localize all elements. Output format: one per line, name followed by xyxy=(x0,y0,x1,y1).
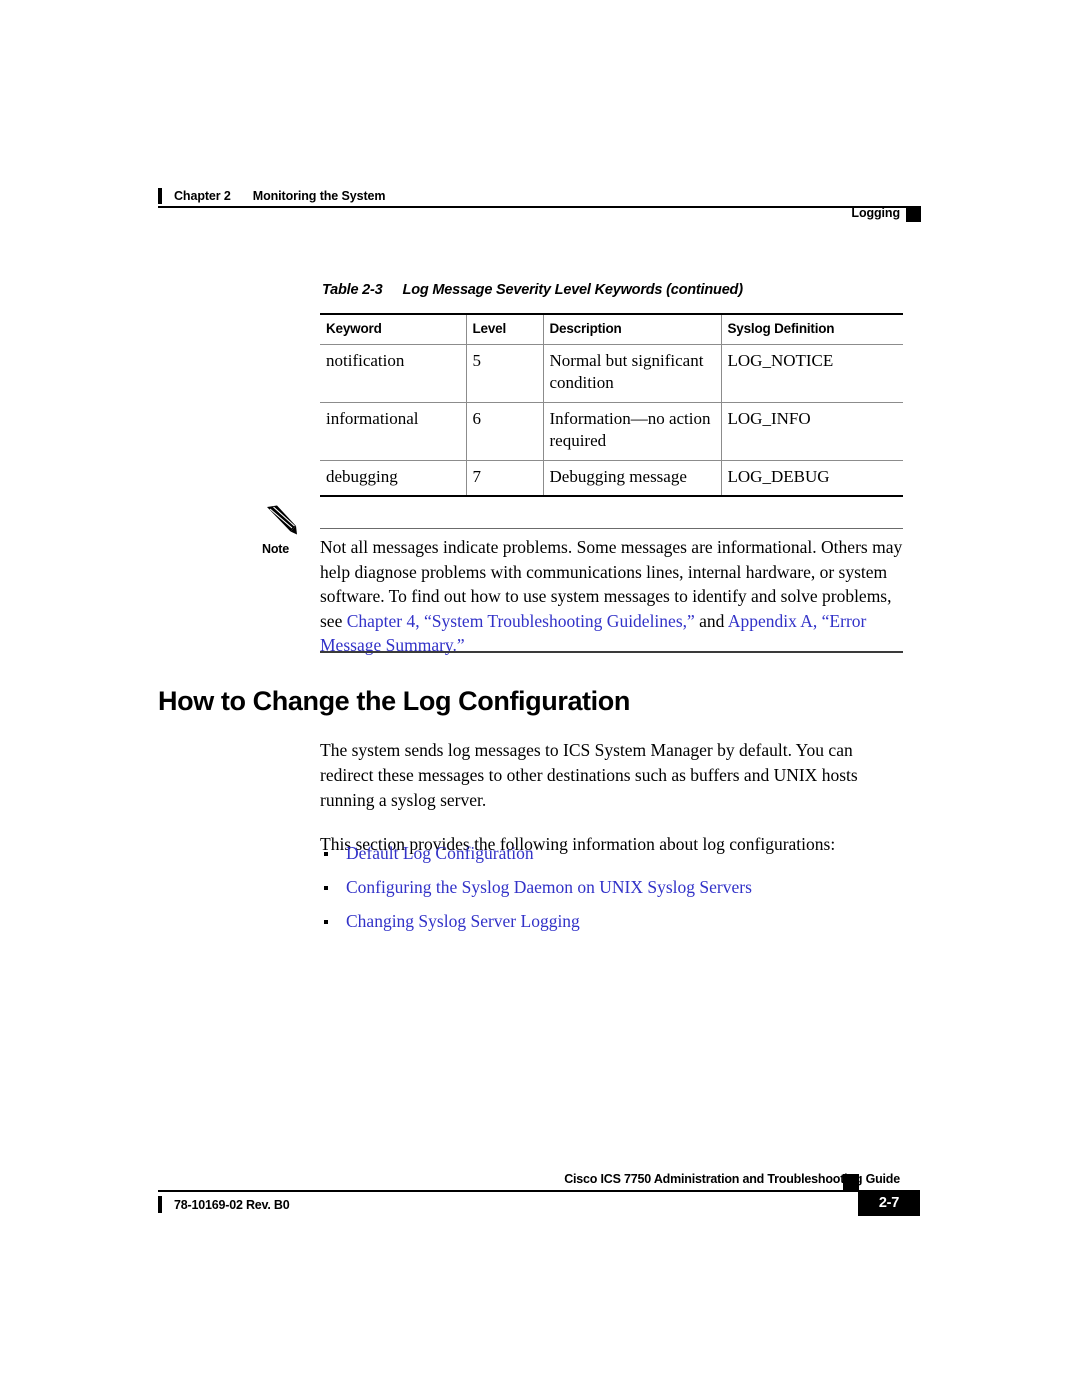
note-rule-bottom xyxy=(320,651,903,653)
header-rule xyxy=(158,206,920,208)
table-caption-number: Table 2-3 xyxy=(322,282,383,298)
cell-level: 7 xyxy=(466,460,544,498)
footer-document-id-line: 78-10169-02 Rev. B0 xyxy=(158,1196,290,1213)
header-square-marker xyxy=(906,206,921,222)
link-default-log-configuration[interactable]: Default Log Configuration xyxy=(346,843,534,864)
column-header-syslog-definition: Syslog Definition xyxy=(721,313,903,345)
table-row: debugging 7 Debugging message LOG_DEBUG xyxy=(320,460,903,498)
column-header-level: Level xyxy=(466,313,544,345)
link-configuring-syslog-daemon[interactable]: Configuring the Syslog Daemon on UNIX Sy… xyxy=(346,877,752,898)
pencil-icon xyxy=(265,505,301,535)
footer-rule xyxy=(158,1190,920,1192)
cell-keyword: informational xyxy=(320,402,467,461)
cell-description: Normal but significant condition xyxy=(543,344,722,403)
table-caption-title: Log Message Severity Level Keywords (con… xyxy=(402,282,744,298)
note-rule-top xyxy=(320,528,903,529)
header-tick-mark xyxy=(158,188,162,204)
list-item[interactable]: Configuring the Syslog Daemon on UNIX Sy… xyxy=(320,877,908,898)
note-text-between: and xyxy=(694,610,728,631)
bullet-icon xyxy=(320,843,346,864)
footer-page-number: 2-7 xyxy=(858,1190,920,1216)
list-item[interactable]: Changing Syslog Server Logging xyxy=(320,911,908,932)
link-changing-syslog-server-logging[interactable]: Changing Syslog Server Logging xyxy=(346,911,580,932)
table-row: notification 5 Normal but significant co… xyxy=(320,344,903,403)
cell-description: Debugging message xyxy=(543,460,722,498)
cell-keyword: notification xyxy=(320,344,467,403)
cell-keyword: debugging xyxy=(320,460,467,498)
section-link-list: Default Log Configuration Configuring th… xyxy=(320,843,908,945)
cell-syslog-definition: LOG_NOTICE xyxy=(721,344,903,403)
cell-level: 6 xyxy=(466,402,544,461)
note-body: Not all messages indicate problems. Some… xyxy=(320,535,903,658)
note-label: Note xyxy=(262,542,289,556)
table-row: informational 6 Information—no action re… xyxy=(320,402,903,461)
header-chapter-title: Monitoring the System xyxy=(252,189,386,203)
cell-level: 5 xyxy=(466,344,544,403)
running-header-chapter: Chapter 2 Monitoring the System xyxy=(158,188,386,204)
column-header-keyword: Keyword xyxy=(320,313,467,345)
section-heading: How to Change the Log Configuration xyxy=(158,686,630,716)
column-header-description: Description xyxy=(543,313,722,345)
footer-document-id: 78-10169-02 Rev. B0 xyxy=(174,1197,290,1212)
table-caption: Table 2-3 Log Message Severity Level Keyw… xyxy=(322,282,743,298)
note-link-chapter-4[interactable]: Chapter 4, “System Troubleshooting Guide… xyxy=(347,611,695,631)
bullet-icon xyxy=(320,911,346,932)
body-paragraph-1: The system sends log messages to ICS Sys… xyxy=(320,740,858,810)
bullet-icon xyxy=(320,877,346,898)
cell-description: Information—no action required xyxy=(543,402,722,461)
document-page: Chapter 2 Monitoring the System Logging … xyxy=(0,0,1080,1397)
cell-syslog-definition: LOG_INFO xyxy=(721,402,903,461)
severity-level-table: Keyword Level Description Syslog Definit… xyxy=(320,313,903,498)
footer-tick-mark xyxy=(158,1196,162,1213)
footer-square-marker xyxy=(843,1174,859,1191)
severity-level-table-wrapper: Keyword Level Description Syslog Definit… xyxy=(320,313,903,498)
header-chapter-number: Chapter 2 xyxy=(174,189,231,203)
list-item[interactable]: Default Log Configuration xyxy=(320,843,908,864)
header-topic: Logging xyxy=(851,206,900,220)
table-header-row: Keyword Level Description Syslog Definit… xyxy=(320,313,903,345)
cell-syslog-definition: LOG_DEBUG xyxy=(721,460,903,498)
